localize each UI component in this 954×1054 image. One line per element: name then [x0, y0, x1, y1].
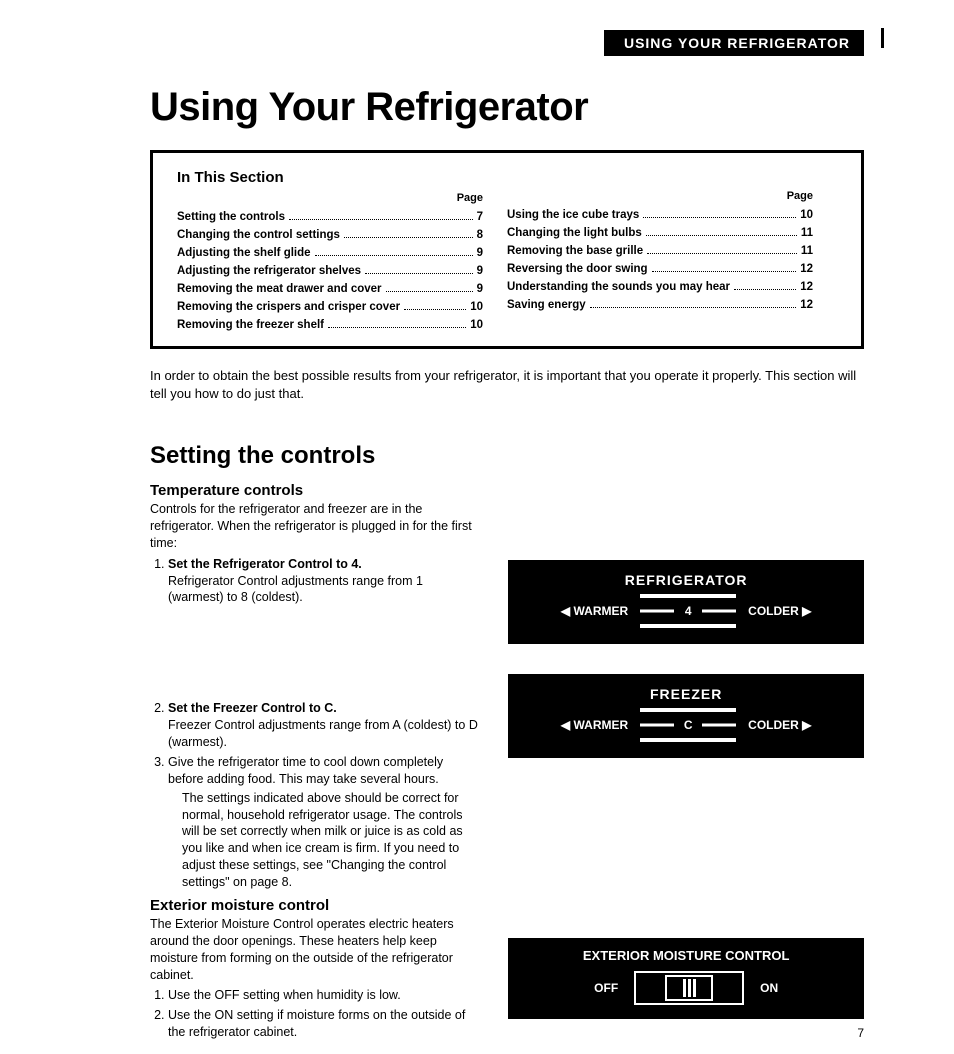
- toc-title: Reversing the door swing: [507, 263, 648, 275]
- temperature-controls-lead: Controls for the refrigerator and freeze…: [150, 501, 478, 552]
- toc-dots: [590, 307, 797, 308]
- toc-title: Changing the control settings: [177, 229, 340, 241]
- toc-dots: [404, 309, 466, 310]
- colder-label: COLDER ▶: [748, 718, 811, 732]
- edge-mark: [881, 28, 884, 48]
- toc-page: 9: [477, 265, 483, 277]
- toc-item: Adjusting the shelf glide 9: [177, 247, 507, 259]
- toc-dots: [315, 255, 473, 256]
- toc-page: 12: [800, 281, 813, 293]
- toc-page: 7: [477, 211, 483, 223]
- toc-title: Using the ice cube trays: [507, 209, 639, 221]
- step-1-title: Set the Refrigerator Control to 4.: [168, 557, 362, 571]
- toc-item: Changing the light bulbs 11: [507, 227, 837, 239]
- toc-item: Adjusting the refrigerator shelves 9: [177, 265, 507, 277]
- toc-dots: [734, 289, 796, 290]
- toc-page-label-right: Page: [787, 190, 813, 202]
- toc-dots: [652, 271, 797, 272]
- toc-dots: [365, 273, 473, 274]
- toc-page: 9: [477, 247, 483, 259]
- exterior-moisture-heading: Exterior moisture control: [150, 897, 478, 914]
- intro-text: In order to obtain the best possible res…: [150, 367, 864, 402]
- emc-panel-title: EXTERIOR MOISTURE CONTROL: [522, 948, 850, 963]
- exterior-moisture-lead: The Exterior Moisture Control operates e…: [150, 916, 478, 984]
- toc-page: 9: [477, 283, 483, 295]
- step-2: Set the Freezer Control to C. Freezer Co…: [168, 700, 478, 751]
- step-3: Give the refrigerator time to cool down …: [168, 754, 478, 891]
- toc-title: Saving energy: [507, 299, 586, 311]
- header-tab: USING YOUR REFRIGERATOR: [604, 30, 864, 56]
- toc-page: 11: [801, 245, 813, 257]
- step-2-body: Freezer Control adjustments range from A…: [168, 718, 478, 749]
- step-2-title: Set the Freezer Control to C.: [168, 701, 337, 715]
- toc-title: Changing the light bulbs: [507, 227, 642, 239]
- toc-item: Removing the crispers and crisper cover 1…: [177, 301, 507, 313]
- toc-title: Removing the freezer shelf: [177, 319, 324, 331]
- step-1-body: Refrigerator Control adjustments range f…: [168, 574, 423, 605]
- toc-dots: [646, 235, 797, 236]
- main-title: Using Your Refrigerator: [150, 85, 864, 130]
- temperature-controls-heading: Temperature controls: [150, 482, 478, 499]
- toc-title: Removing the base grille: [507, 245, 643, 257]
- toc-title: Adjusting the shelf glide: [177, 247, 311, 259]
- toc-item: Removing the freezer shelf 10: [177, 319, 507, 331]
- toc-page: 10: [470, 301, 483, 313]
- section-title: Setting the controls: [150, 442, 864, 470]
- toc-item: Removing the meat drawer and cover 9: [177, 283, 507, 295]
- toc-page: 11: [801, 227, 813, 239]
- toc-dots: [328, 327, 466, 328]
- page-number: 7: [857, 1026, 864, 1040]
- emc-on-label: ON: [760, 981, 778, 995]
- emc-switch-toggle-icon: [665, 975, 713, 1001]
- toc-item: Changing the control settings 8: [177, 229, 507, 241]
- step-3-note: The settings indicated above should be c…: [182, 790, 478, 891]
- toc-page: 12: [800, 299, 813, 311]
- colder-label: COLDER ▶: [748, 604, 811, 618]
- toc-title: Adjusting the refrigerator shelves: [177, 265, 361, 277]
- freezer-control-knob[interactable]: C: [640, 708, 736, 742]
- toc-dots: [643, 217, 796, 218]
- warmer-label: ◀ WARMER: [561, 718, 628, 732]
- warmer-label: ◀ WARMER: [561, 604, 628, 618]
- emc-step-2: Use the ON setting if moisture forms on …: [168, 1007, 478, 1041]
- toc-dots: [289, 219, 473, 220]
- toc-item: Saving energy 12: [507, 299, 837, 311]
- toc-box: In This Section Page Setting the control…: [150, 150, 864, 349]
- refrigerator-panel-title: REFRIGERATOR: [522, 572, 850, 588]
- refrigerator-control-knob[interactable]: 4: [640, 594, 736, 628]
- emc-switch[interactable]: [634, 971, 744, 1005]
- exterior-moisture-control-panel: EXTERIOR MOISTURE CONTROL OFF ON: [508, 938, 864, 1019]
- toc-dots: [647, 253, 797, 254]
- toc-page: 10: [800, 209, 813, 221]
- freezer-panel-title: FREEZER: [522, 686, 850, 702]
- toc-page: 8: [477, 229, 483, 241]
- toc-item: Understanding the sounds you may hear 12: [507, 281, 837, 293]
- refrigerator-control-value: 4: [676, 599, 700, 623]
- toc-dots: [386, 291, 473, 292]
- freezer-control-panel: FREEZER ◀ WARMER C COLDER ▶: [508, 674, 864, 758]
- toc-title: Understanding the sounds you may hear: [507, 281, 730, 293]
- emc-off-label: OFF: [594, 981, 618, 995]
- toc-heading: In This Section: [177, 169, 507, 186]
- refrigerator-control-panel: REFRIGERATOR ◀ WARMER 4 COLDER ▶: [508, 560, 864, 644]
- toc-page: 10: [470, 319, 483, 331]
- toc-dots: [344, 237, 473, 238]
- toc-title: Removing the crispers and crisper cover: [177, 301, 400, 313]
- toc-title: Setting the controls: [177, 211, 285, 223]
- toc-item: Removing the base grille 11: [507, 245, 837, 257]
- step-3-body: Give the refrigerator time to cool down …: [168, 755, 443, 786]
- toc-item: Setting the controls 7: [177, 211, 507, 223]
- toc-page: 12: [800, 263, 813, 275]
- page: USING YOUR REFRIGERATOR Using Your Refri…: [0, 0, 954, 1054]
- toc-title: Removing the meat drawer and cover: [177, 283, 382, 295]
- emc-step-1: Use the OFF setting when humidity is low…: [168, 987, 478, 1004]
- toc-page-label-left: Page: [457, 192, 483, 204]
- toc-item: Reversing the door swing 12: [507, 263, 837, 275]
- toc-item: Using the ice cube trays 10: [507, 209, 837, 221]
- freezer-control-value: C: [676, 713, 700, 737]
- step-1: Set the Refrigerator Control to 4. Refri…: [168, 556, 478, 607]
